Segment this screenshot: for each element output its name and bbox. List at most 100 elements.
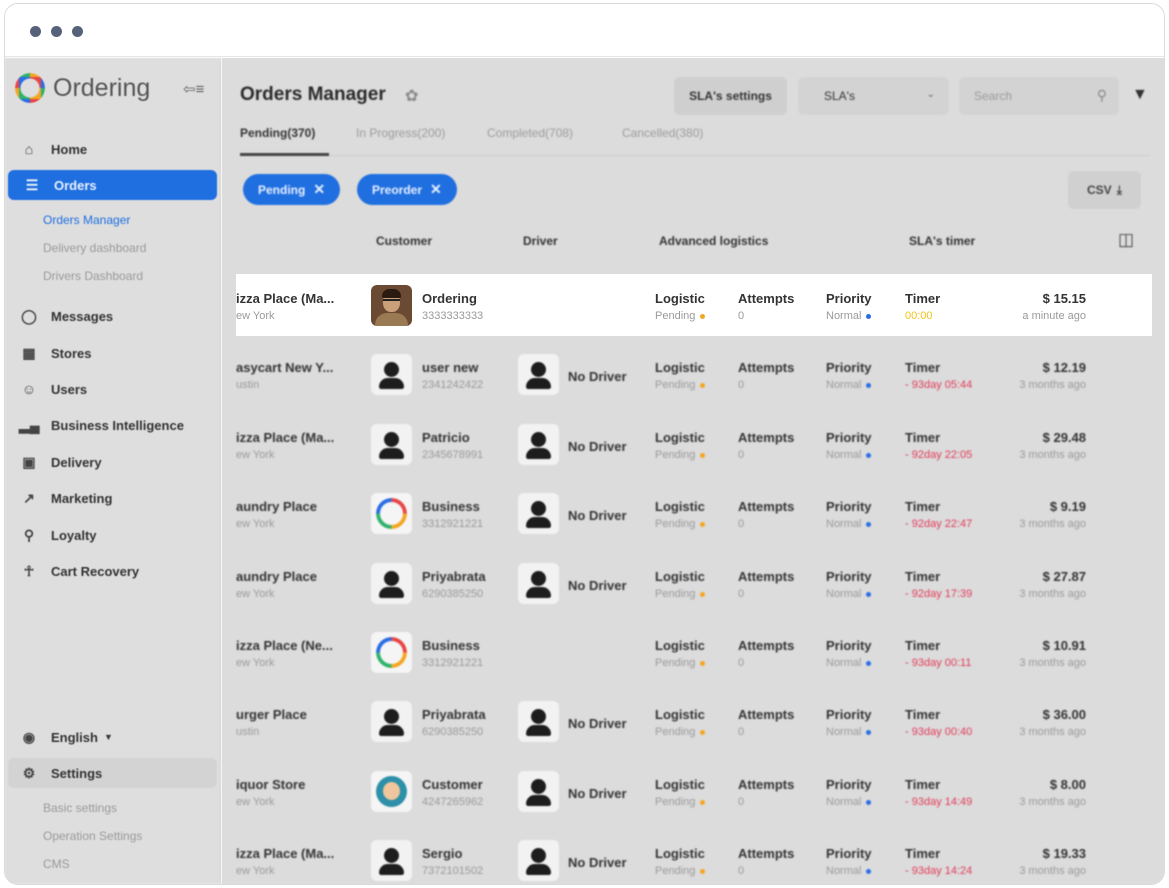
timer-value: - 93day 00:40 xyxy=(905,726,973,738)
sidebar-item-label: Delivery xyxy=(51,454,102,470)
filter-chip-preorder[interactable]: Preorder ✕ xyxy=(357,174,457,205)
help-icon[interactable]: ✿ xyxy=(405,86,418,106)
logistic-status: Pending xyxy=(655,588,706,600)
attempts-label: Attempts xyxy=(738,499,795,514)
sidebar-subitem-basic-settings[interactable]: Basic settings xyxy=(43,801,117,815)
tab-completed[interactable]: Completed(708) xyxy=(487,126,573,140)
brand-name: Ordering xyxy=(53,73,151,102)
priority-label: Priority xyxy=(826,777,872,792)
business-city: ew York xyxy=(236,518,275,530)
globe-icon: ◉ xyxy=(22,728,36,745)
search-placeholder: Search xyxy=(974,89,1013,103)
table-row[interactable]: izza Place (Ma... ew York Patricio 23456789… xyxy=(236,413,1152,475)
users-icon: ☺ xyxy=(21,381,37,397)
timer-label: Timer xyxy=(905,569,941,584)
driver-avatar xyxy=(518,354,559,395)
customer-name: Sergio xyxy=(422,846,463,861)
business-name: izza Place (Ma... xyxy=(236,291,335,306)
attempts-label: Attempts xyxy=(738,430,795,445)
table-row[interactable]: iquor Store ew York Customer 4247265962 No D… xyxy=(236,760,1152,822)
sidebar-item-cart-recovery[interactable]: ☥ Cart Recovery xyxy=(5,556,221,586)
logistic-label: Logistic xyxy=(655,499,705,514)
customer-phone: 4247265962 xyxy=(422,796,484,808)
table-row[interactable]: izza Place (Ne... ew York Business 33129212… xyxy=(236,621,1152,683)
csv-export-button[interactable]: CSV ⤓ xyxy=(1068,171,1141,209)
table-row[interactable]: izza Place (Ma... ew York Ordering 33333333… xyxy=(236,274,1152,336)
timer-label: Timer xyxy=(905,846,941,861)
customer-name: Ordering xyxy=(422,291,477,306)
columns-icon[interactable]: ◫ xyxy=(1118,230,1134,250)
priority-dot xyxy=(866,729,872,735)
sidebar-item-users[interactable]: ☺ Users xyxy=(5,374,221,404)
tab-cancelled[interactable]: Cancelled(380) xyxy=(622,126,703,140)
sla-settings-button[interactable]: SLA's settings xyxy=(674,77,787,115)
page-title: Orders Manager xyxy=(240,84,386,105)
photo-glasses xyxy=(383,299,400,303)
sidebar-subitem-drivers-dashboard[interactable]: Drivers Dashboard xyxy=(43,269,143,283)
logistic-status: Pending xyxy=(655,726,706,738)
sidebar-item-label: Home xyxy=(51,141,88,157)
close-icon[interactable]: ✕ xyxy=(313,181,325,198)
order-total: $ 29.48 xyxy=(1042,430,1086,445)
filter-chip-pending[interactable]: Pending ✕ xyxy=(243,174,341,205)
table-row[interactable]: urger Place ustin Priyabrata 6290385250 No D… xyxy=(236,690,1152,752)
sidebar-subitem-orders-manager[interactable]: Orders Manager xyxy=(43,213,130,227)
logistic-status: Pending xyxy=(655,796,706,808)
customer-phone: 3312921221 xyxy=(422,657,484,669)
sidebar-subitem-delivery-dashboard[interactable]: Delivery dashboard xyxy=(43,241,146,255)
sidebar-item-business-intelligence[interactable]: ▂▄ Business Intelligence xyxy=(5,410,221,440)
sidebar-item-delivery[interactable]: ▣ Delivery xyxy=(5,447,221,477)
priority-label: Priority xyxy=(826,499,872,514)
sidebar-item-marketing[interactable]: ↗ Marketing xyxy=(5,483,221,513)
sidebar-item-loyalty[interactable]: ⚲ Loyalty xyxy=(5,520,221,550)
tab-in-progress[interactable]: In Progress(200) xyxy=(356,126,445,140)
sidebar-item-settings[interactable]: ⚙ Settings xyxy=(5,758,221,788)
customer-avatar xyxy=(371,771,412,812)
priority-value: Normal xyxy=(826,588,872,600)
driver-name: No Driver xyxy=(568,855,627,870)
attempts-value: 0 xyxy=(738,379,745,391)
priority-label: Priority xyxy=(826,430,872,445)
truck-icon: ▣ xyxy=(22,453,36,470)
search-input[interactable]: Search ⚲ xyxy=(959,77,1119,115)
sidebar-item-orders[interactable]: ☰ Orders xyxy=(8,170,217,200)
priority-value: Normal xyxy=(826,310,872,322)
search-icon: ⚲ xyxy=(1096,87,1107,103)
filter-icon[interactable]: ▼ xyxy=(1132,86,1148,104)
column-header-customer: Customer xyxy=(376,234,433,248)
business-name: asycart New Y... xyxy=(236,360,334,375)
priority-dot xyxy=(866,313,872,319)
status-dot xyxy=(700,591,706,597)
sla-select[interactable]: SLA's ⌄ xyxy=(798,77,949,115)
driver-avatar xyxy=(518,493,559,534)
tabs-divider xyxy=(240,155,1150,156)
collapse-sidebar-icon[interactable]: ⇦≡ xyxy=(183,80,204,98)
sidebar-subitem-cms[interactable]: CMS xyxy=(43,857,70,871)
timer-label: Timer xyxy=(905,707,941,722)
customer-phone: 7372101502 xyxy=(422,865,484,877)
app: Ordering ⇦≡ ⌂ Home ☰ Orders Orders Manager… xyxy=(5,58,1164,884)
order-total: $ 9.19 xyxy=(1049,499,1086,514)
customer-name: Business xyxy=(422,638,480,653)
logistic-label: Logistic xyxy=(655,430,705,445)
logistic-label: Logistic xyxy=(655,777,705,792)
tab-pending[interactable]: Pending(370) xyxy=(240,126,315,140)
priority-value: Normal xyxy=(826,379,872,391)
close-icon[interactable]: ✕ xyxy=(430,181,442,198)
table-row[interactable]: aundry Place ew York Priyabrata 6290385250 N… xyxy=(236,552,1152,614)
table-row[interactable]: asycart New Y... ustin user new 2341242422 N… xyxy=(236,343,1152,405)
sidebar-subitem-operation-settings[interactable]: Operation Settings xyxy=(43,829,142,843)
sidebar-item-home[interactable]: ⌂ Home xyxy=(5,134,221,164)
driver-avatar xyxy=(518,424,559,465)
attempts-label: Attempts xyxy=(738,360,795,375)
table-row[interactable]: aundry Place ew York Business 3312921221 No … xyxy=(236,482,1152,544)
active-tab-indicator xyxy=(240,153,329,156)
language-selector[interactable]: ◉ English ▼ xyxy=(5,722,221,752)
table-row[interactable]: izza Place (Ma... ew York Sergio 7372101502… xyxy=(236,829,1152,884)
priority-dot xyxy=(866,591,872,597)
sidebar-item-stores[interactable]: ▦ Stores xyxy=(5,338,221,368)
logistic-status: Pending xyxy=(655,518,706,530)
sidebar-item-messages[interactable]: ◯ Messages xyxy=(5,301,221,331)
logo[interactable]: Ordering xyxy=(15,72,150,104)
trend-icon: ↗ xyxy=(23,489,35,506)
